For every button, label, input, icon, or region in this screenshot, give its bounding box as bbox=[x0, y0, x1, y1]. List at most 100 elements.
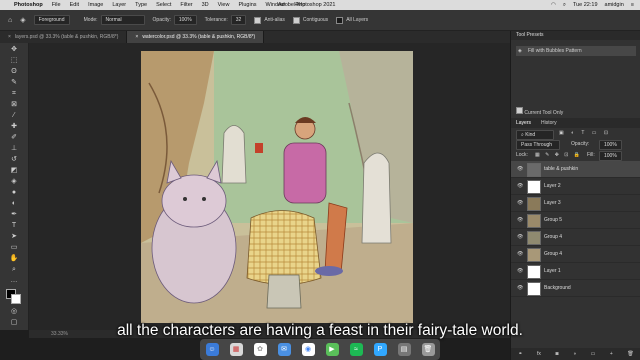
menu-file[interactable]: File bbox=[52, 2, 61, 8]
eye-icon[interactable]: 👁 bbox=[517, 200, 523, 206]
tab-layers-psd[interactable]: × layers.psd @ 33.3% (table & pushkin, RG… bbox=[0, 31, 128, 43]
photoshop-icon[interactable]: P bbox=[373, 343, 387, 356]
lasso-tool-icon[interactable]: ʘ bbox=[9, 67, 19, 76]
layer-row[interactable]: 👁 Group 5 bbox=[511, 212, 640, 229]
path-selection-tool-icon[interactable]: ➤ bbox=[9, 232, 19, 241]
more-tools-icon[interactable]: … bbox=[9, 276, 19, 285]
frame-tool-icon[interactable]: ⊠ bbox=[9, 100, 19, 109]
tool-preset-item[interactable]: ◈ Fill with Bubbles Pattern bbox=[516, 46, 636, 56]
menu-image[interactable]: Image bbox=[88, 2, 103, 8]
layer-row[interactable]: 👁 table & pushkin bbox=[511, 161, 640, 178]
hand-tool-icon[interactable]: ✋ bbox=[9, 254, 19, 263]
blend-mode-select[interactable]: Pass Through bbox=[516, 140, 560, 150]
wifi-icon[interactable]: ◠ bbox=[551, 2, 556, 9]
paint-bucket-icon[interactable]: ◈ bbox=[20, 16, 25, 24]
photos-icon[interactable]: ✿ bbox=[253, 343, 267, 356]
home-icon[interactable]: ⌂ bbox=[8, 17, 12, 24]
zoom-tool-icon[interactable]: ⌕ bbox=[9, 265, 19, 274]
eye-icon[interactable]: 👁 bbox=[517, 234, 523, 240]
history-brush-tool-icon[interactable]: ↺ bbox=[9, 155, 19, 164]
layer-row[interactable]: 👁 Group 4 bbox=[511, 229, 640, 246]
control-center-icon[interactable]: ≡ bbox=[631, 2, 634, 9]
current-tool-only-checkbox[interactable] bbox=[516, 107, 523, 114]
layer-row[interactable]: 👁 Background bbox=[511, 280, 640, 297]
fx-icon[interactable]: fx bbox=[537, 351, 541, 357]
type-tool-icon[interactable]: T bbox=[9, 221, 19, 230]
menu-plugins[interactable]: Plugins bbox=[238, 2, 256, 8]
eye-icon[interactable]: 👁 bbox=[517, 268, 523, 274]
lock-icons[interactable]: ▦ ✎ ✥ ⊡ 🔒 bbox=[535, 152, 582, 158]
link-icon[interactable]: ⚭ bbox=[518, 351, 522, 357]
tolerance-input[interactable]: 32 bbox=[230, 15, 247, 25]
eye-icon[interactable]: 👁 bbox=[517, 285, 523, 291]
filter-icons[interactable]: ▣ ◐ T ▭ ⊡ bbox=[559, 130, 611, 136]
marquee-tool-icon[interactable]: ⬚ bbox=[9, 56, 19, 65]
fill-source-select[interactable]: Foreground bbox=[33, 15, 70, 25]
current-tool-only-row[interactable]: Current Tool Only bbox=[516, 107, 563, 116]
quick-mask-icon[interactable]: ◎ bbox=[9, 307, 19, 316]
eye-icon[interactable]: 👁 bbox=[517, 183, 523, 189]
mask-icon[interactable]: ◙ bbox=[555, 351, 558, 357]
tool-presets-header[interactable]: Tool Presets bbox=[511, 31, 640, 40]
layer-row[interactable]: 👁 Layer 2 bbox=[511, 178, 640, 195]
layer-row[interactable]: 👁 Layer 1 bbox=[511, 263, 640, 280]
calendar-icon[interactable]: ▦ bbox=[229, 343, 243, 356]
contiguous-checkbox[interactable] bbox=[292, 16, 300, 24]
mail-icon[interactable]: ✉ bbox=[277, 343, 291, 356]
antialias-checkbox[interactable] bbox=[254, 16, 262, 24]
dodge-tool-icon[interactable]: ◐ bbox=[9, 199, 19, 208]
user-name[interactable]: amidgin bbox=[605, 2, 624, 9]
menu-view[interactable]: View bbox=[218, 2, 230, 8]
menu-3d[interactable]: 3D bbox=[202, 2, 209, 8]
menu-layer[interactable]: Layer bbox=[112, 2, 126, 8]
menu-filter[interactable]: Filter bbox=[180, 2, 192, 8]
tab-watercolor-psd[interactable]: × watercolor.psd @ 33.3% (table & pushkin… bbox=[127, 31, 265, 43]
quick-select-tool-icon[interactable]: ✎ bbox=[9, 78, 19, 87]
rectangle-tool-icon[interactable]: ▭ bbox=[9, 243, 19, 252]
crop-tool-icon[interactable]: ⌗ bbox=[9, 89, 19, 98]
move-tool-icon[interactable]: ✥ bbox=[9, 45, 19, 54]
layer-opacity-input[interactable]: 100% bbox=[599, 140, 622, 150]
eye-icon[interactable]: 👁 bbox=[517, 217, 523, 223]
menu-edit[interactable]: Edit bbox=[70, 2, 79, 8]
tab-history[interactable]: History bbox=[541, 118, 557, 128]
preview-icon[interactable]: ▤ bbox=[397, 343, 411, 356]
finder-icon[interactable]: ☺ bbox=[205, 343, 219, 356]
paint-bucket-tool-icon[interactable]: ◈ bbox=[9, 177, 19, 186]
group-icon[interactable]: ▭ bbox=[591, 351, 596, 357]
layer-row[interactable]: 👁 Group 4 bbox=[511, 246, 640, 263]
new-layer-icon[interactable]: + bbox=[610, 351, 613, 357]
opacity-input[interactable]: 100% bbox=[173, 15, 197, 25]
background-color-swatch[interactable] bbox=[11, 294, 21, 304]
mode-select[interactable]: Normal bbox=[100, 15, 145, 25]
menu-type[interactable]: Type bbox=[135, 2, 147, 8]
spotify-icon[interactable]: ≈ bbox=[349, 343, 363, 356]
canvas-area[interactable] bbox=[29, 43, 510, 330]
layer-row[interactable]: 👁 Layer 3 bbox=[511, 195, 640, 212]
clone-stamp-tool-icon[interactable]: ⊥ bbox=[9, 144, 19, 153]
eye-icon[interactable]: 👁 bbox=[517, 251, 523, 257]
facetime-icon[interactable]: ▶ bbox=[325, 343, 339, 356]
all-layers-checkbox[interactable] bbox=[336, 16, 344, 24]
pen-tool-icon[interactable]: ✒ bbox=[9, 210, 19, 219]
eyedropper-tool-icon[interactable]: ⁄ bbox=[9, 111, 19, 120]
search-icon[interactable]: ⌕ bbox=[563, 2, 566, 9]
tab-layers[interactable]: Layers bbox=[516, 118, 531, 128]
fill-input[interactable]: 100% bbox=[599, 151, 622, 161]
app-menu[interactable]: Photoshop bbox=[14, 2, 43, 8]
artwork-canvas[interactable] bbox=[29, 43, 510, 330]
right-panel: Tool Presets ◈ Fill with Bubbles Pattern… bbox=[510, 31, 640, 360]
menu-select[interactable]: Select bbox=[156, 2, 171, 8]
brush-tool-icon[interactable]: ✐ bbox=[9, 133, 19, 142]
adjustment-icon[interactable]: ◑ bbox=[573, 351, 576, 357]
eraser-tool-icon[interactable]: ◩ bbox=[9, 166, 19, 175]
chrome-icon[interactable]: ◉ bbox=[301, 343, 315, 356]
close-icon[interactable]: × bbox=[8, 34, 11, 40]
trash-icon[interactable]: 🗑 bbox=[627, 351, 633, 357]
eye-icon[interactable]: 👁 bbox=[517, 166, 523, 172]
close-icon[interactable]: × bbox=[135, 34, 138, 40]
clock[interactable]: Tue 22:19 bbox=[573, 2, 598, 9]
healing-brush-tool-icon[interactable]: ✚ bbox=[9, 122, 19, 131]
trash-icon[interactable]: 🗑 bbox=[421, 343, 435, 356]
blur-tool-icon[interactable]: ● bbox=[9, 188, 19, 197]
